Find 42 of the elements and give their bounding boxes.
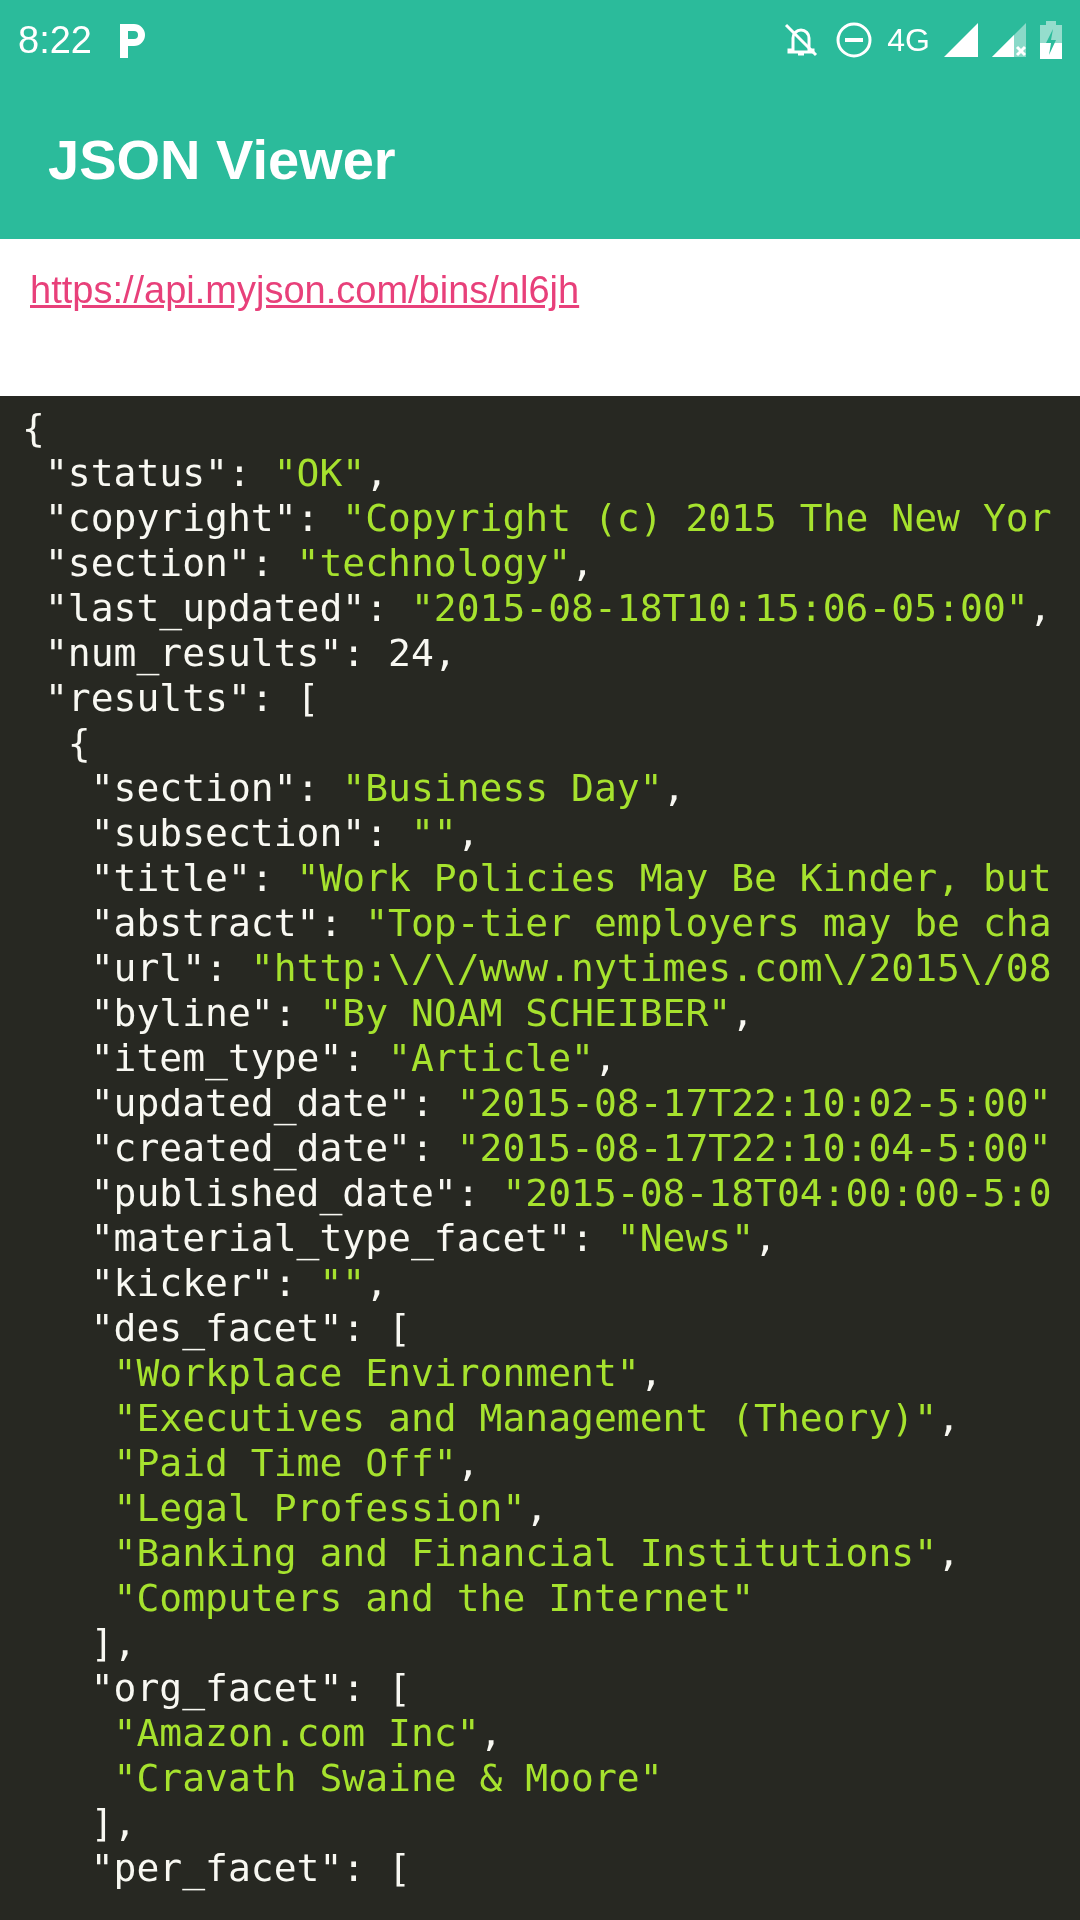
code-line: "des_facet": [ — [89, 1306, 411, 1351]
code-line: "Banking and Financial Institutions", — [112, 1531, 960, 1576]
signal-x-icon — [992, 23, 1026, 57]
app-title: JSON Viewer — [48, 127, 396, 192]
code-line: "Workplace Environment", — [112, 1351, 663, 1396]
code-line: "section": "Business Day", — [89, 766, 686, 811]
code-line: "org_facet": [ — [89, 1666, 411, 1711]
code-line: ], — [89, 1801, 137, 1846]
clock-time: 8:22 — [18, 18, 92, 62]
code-line: "last_updated": "2015-08-18T10:15:06-05:00", — [43, 586, 1052, 631]
code-line: "abstract": "Top-tier employers may be cha — [89, 901, 1052, 946]
code-line: "Amazon.com Inc", — [112, 1711, 503, 1756]
code-line: "section": "technology", — [43, 541, 594, 586]
code-line: "title": "Work Policies May Be Kinder, but — [89, 856, 1052, 901]
code-line: "updated_date": "2015-08-17T22:10:02-5:00" — [89, 1081, 1052, 1126]
code-line: { — [22, 406, 45, 451]
code-line: "Computers and the Internet" — [112, 1576, 755, 1621]
url-link[interactable]: https://api.myjson.com/bins/nl6jh — [30, 269, 580, 311]
code-line: "item_type": "Article", — [89, 1036, 617, 1081]
code-line: "material_type_facet": "News", — [89, 1216, 777, 1261]
code-line: "num_results": 24, — [43, 631, 457, 676]
code-line: "Paid Time Off", — [112, 1441, 480, 1486]
code-line: "byline": "By NOAM SCHEIBER", — [89, 991, 755, 1036]
code-line: "Cravath Swaine & Moore" — [112, 1756, 663, 1801]
code-line: ], — [89, 1621, 137, 1666]
code-line: "published_date": "2015-08-18T04:00:00-5:0 — [89, 1171, 1052, 1216]
code-line: "Executives and Management (Theory)", — [112, 1396, 960, 1441]
code-line: "kicker": "", — [89, 1261, 389, 1306]
battery-icon — [1040, 21, 1062, 59]
code-line: "Legal Profession", — [112, 1486, 549, 1531]
code-line: "subsection": "", — [89, 811, 480, 856]
code-line: { — [66, 721, 91, 766]
code-line: "created_date": "2015-08-17T22:10:04-5:00" — [89, 1126, 1052, 1171]
signal-icon — [944, 23, 978, 57]
code-line: "copyright": "Copyright (c) 2015 The New Yor — [43, 496, 1052, 541]
code-line: "per_facet": [ — [89, 1846, 411, 1891]
code-line: "url": "http:\/\/www.nytimes.com\/2015\/08 — [89, 946, 1052, 991]
do-not-disturb-icon — [835, 21, 874, 59]
network-type: 4G — [887, 21, 930, 59]
parking-icon — [117, 22, 148, 58]
code-line: "status": "OK", — [43, 451, 389, 496]
code-line: "results": [ — [43, 676, 320, 721]
